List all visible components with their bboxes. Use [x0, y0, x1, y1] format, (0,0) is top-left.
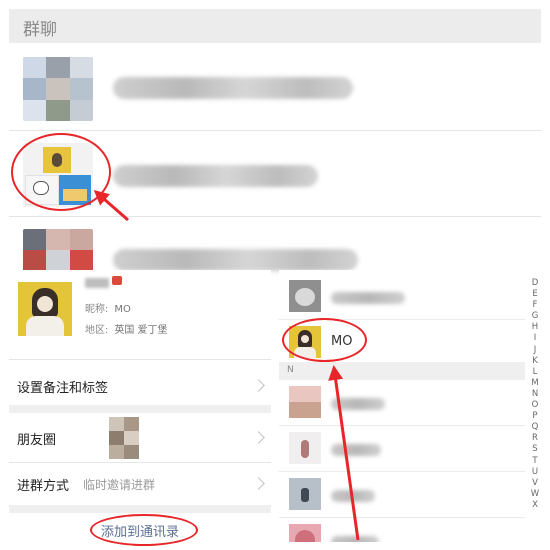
alphabet-index[interactable]: D E F G H I J K L M N O P Q R S T U V W … [529, 278, 541, 511]
blurred-contact-name [331, 292, 405, 304]
index-letter[interactable]: R [529, 433, 541, 444]
index-letter[interactable]: D [529, 278, 541, 289]
nickname-line: 昵称: MO [85, 300, 131, 315]
blurred-group-name [113, 77, 353, 99]
contact-row[interactable] [279, 426, 525, 472]
annotation-circle [90, 514, 198, 546]
nickname-label: 昵称: [85, 304, 109, 315]
index-letter[interactable]: I [529, 333, 541, 344]
group-chat-list-panel: 群聊 [0, 0, 550, 293]
contact-profile-panel: 昵称: MO 地区: 英国 爱丁堡 设置备注和标签 朋友圈 进群方式 临时邀请进群 … [9, 270, 271, 542]
section-gap [9, 405, 271, 413]
divider [9, 359, 271, 360]
blurred-group-name [113, 249, 358, 271]
contact-avatar [289, 280, 321, 312]
remark-and-tags-row[interactable]: 设置备注和标签 [9, 366, 271, 406]
contact-row[interactable] [279, 380, 525, 426]
index-letter[interactable]: M [529, 378, 541, 389]
section-header: N [279, 362, 525, 380]
index-letter[interactable]: N [529, 389, 541, 400]
section-letter: N [287, 365, 294, 375]
join-method-label: 进群方式 [17, 479, 70, 494]
blurred-display-name [85, 278, 109, 288]
group-avatar [23, 57, 93, 121]
section-gap [9, 505, 271, 513]
index-letter[interactable]: P [529, 411, 541, 422]
blurred-group-name [113, 165, 318, 187]
moments-thumbnail [109, 417, 139, 459]
moments-label: 朋友圈 [17, 433, 57, 448]
nickname-value: MO [114, 304, 131, 315]
annotation-circle [282, 318, 367, 362]
profile-avatar [18, 282, 72, 336]
index-letter[interactable]: J [529, 345, 541, 356]
index-letter[interactable]: U [529, 467, 541, 478]
contact-avatar [289, 432, 321, 464]
index-letter[interactable]: X [529, 500, 541, 511]
contact-row[interactable] [279, 274, 525, 320]
blurred-contact-name [331, 444, 381, 456]
blurred-contact-name [331, 398, 385, 410]
group-chat-header: 群聊 [9, 9, 541, 43]
index-letter[interactable]: O [529, 400, 541, 411]
group-chat-header-title: 群聊 [23, 20, 57, 40]
chevron-right-icon [252, 477, 265, 490]
contact-row[interactable] [279, 472, 525, 518]
chevron-right-icon [252, 431, 265, 444]
index-letter[interactable]: S [529, 444, 541, 455]
index-letter[interactable]: W [529, 489, 541, 500]
contact-avatar [289, 524, 321, 542]
badge-icon [112, 276, 122, 285]
index-letter[interactable]: F [529, 300, 541, 311]
remark-and-tags-label: 设置备注和标签 [17, 381, 109, 396]
join-method-row: 进群方式 临时邀请进群 [9, 463, 271, 505]
index-letter[interactable]: T [529, 456, 541, 467]
contact-avatar [289, 386, 321, 418]
annotation-circle [11, 133, 111, 211]
region-value: 英国 爱丁堡 [114, 325, 168, 336]
contacts-list-panel: MO N D E F G H I J K L M N O P Q R S T U… [279, 270, 541, 542]
join-method-value: 临时邀请进群 [83, 478, 156, 492]
index-letter[interactable]: H [529, 322, 541, 333]
group-chat-row[interactable] [9, 45, 541, 131]
moments-row[interactable]: 朋友圈 [9, 413, 271, 463]
index-letter[interactable]: Q [529, 422, 541, 433]
blurred-contact-name [331, 536, 379, 542]
index-letter[interactable]: E [529, 289, 541, 300]
contact-row[interactable] [279, 518, 525, 542]
index-letter[interactable]: K [529, 356, 541, 367]
region-label: 地区: [85, 325, 109, 336]
blurred-contact-name [331, 490, 375, 502]
index-letter[interactable]: L [529, 367, 541, 378]
region-line: 地区: 英国 爱丁堡 [85, 321, 168, 336]
index-letter[interactable]: G [529, 311, 541, 322]
contact-avatar [289, 478, 321, 510]
index-letter[interactable]: V [529, 478, 541, 489]
chevron-right-icon [252, 379, 265, 392]
